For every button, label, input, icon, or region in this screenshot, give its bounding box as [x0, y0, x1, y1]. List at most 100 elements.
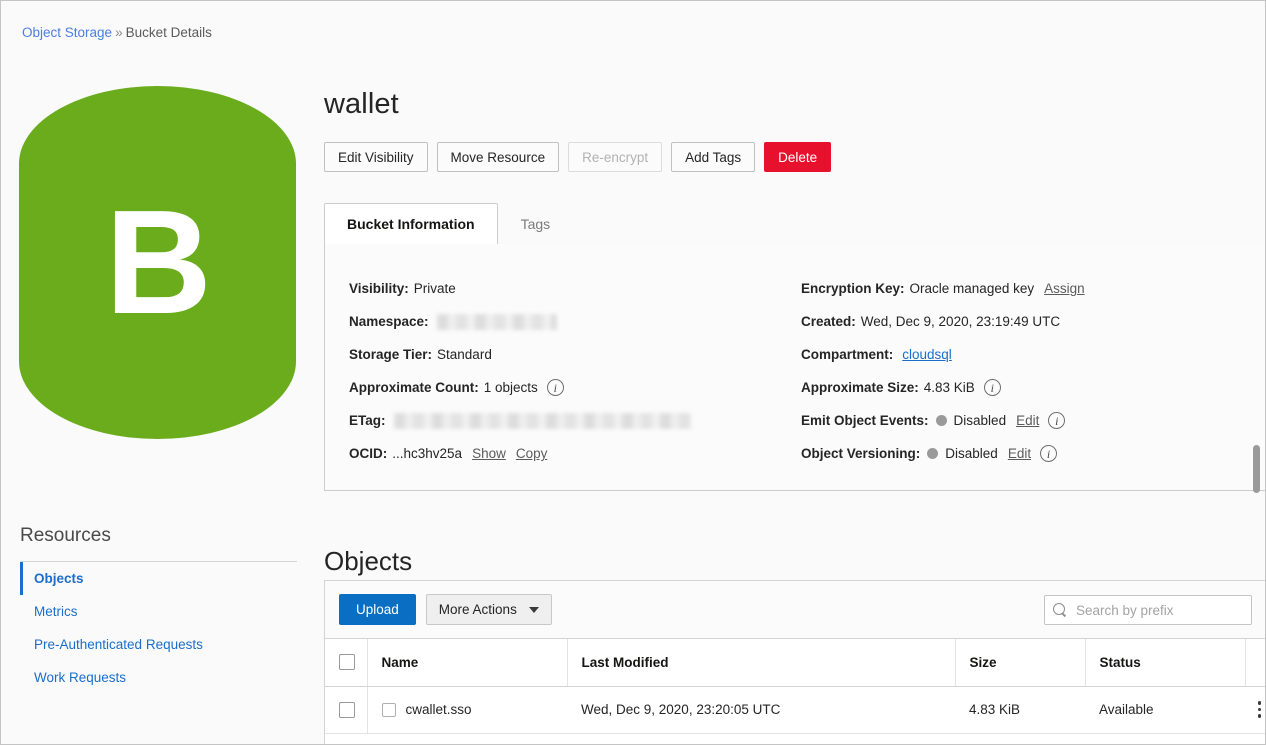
more-actions-label: More Actions [438, 602, 517, 617]
search-prefix-box[interactable] [1044, 595, 1252, 625]
namespace-label: Namespace: [349, 314, 429, 329]
column-header-last-modified: Last Modified [567, 639, 956, 687]
emit-object-events-label: Emit Object Events: [801, 413, 929, 428]
bucket-information-panel: Visibility: Private Namespace: Storage T… [324, 244, 1265, 491]
tab-bucket-information[interactable]: Bucket Information [324, 203, 498, 245]
compartment-link[interactable]: cloudsql [902, 347, 952, 362]
info-row-emit-object-events: Emit Object Events: Disabled Edit i [801, 404, 1241, 437]
objects-table: Name Last Modified Size Status cwallet.s… [325, 639, 1265, 734]
objects-table-card: Upload More Actions Name [324, 580, 1265, 744]
cell-status: Available [1085, 686, 1245, 734]
bucket-icon: B [19, 86, 296, 439]
tab-bar: Bucket Information Tags [324, 203, 1265, 245]
row-checkbox[interactable] [339, 701, 355, 718]
storage-tier-label: Storage Tier: [349, 347, 433, 362]
object-versioning-edit-link[interactable]: Edit [1008, 446, 1031, 461]
info-row-namespace: Namespace: [349, 305, 779, 338]
storage-tier-value: Standard [437, 347, 492, 362]
page-scrollbar-track[interactable] [1251, 2, 1263, 743]
table-row[interactable]: cwallet.sso Wed, Dec 9, 2020, 23:20:05 U… [325, 686, 1265, 734]
approximate-count-label: Approximate Count: [349, 380, 479, 395]
bucket-info-left-column: Visibility: Private Namespace: Storage T… [349, 272, 779, 470]
search-input[interactable] [1074, 601, 1243, 619]
breadcrumb-current: Bucket Details [125, 25, 212, 40]
cell-name: cwallet.sso [367, 686, 567, 734]
breadcrumb: Object Storage» Bucket Details [22, 25, 212, 40]
emit-object-events-edit-link[interactable]: Edit [1016, 413, 1039, 428]
re-encrypt-button: Re-encrypt [568, 142, 663, 172]
breadcrumb-link-object-storage[interactable]: Object Storage [22, 25, 112, 40]
info-row-approximate-count: Approximate Count: 1 objects i [349, 371, 779, 404]
info-row-approximate-size: Approximate Size: 4.83 KiB i [801, 371, 1241, 404]
file-icon [381, 703, 396, 718]
objects-section-title: Objects [324, 545, 413, 576]
column-header-status: Status [1085, 639, 1246, 687]
info-row-compartment: Compartment: cloudsql [801, 338, 1241, 371]
emit-object-events-value: Disabled [953, 413, 1007, 428]
status-dot-icon [935, 415, 947, 426]
visibility-label: Visibility: [349, 281, 409, 296]
info-tooltip-icon[interactable]: i [1040, 445, 1058, 462]
created-label: Created: [801, 314, 856, 329]
namespace-value-redacted [436, 313, 557, 330]
info-row-encryption-key: Encryption Key: Oracle managed key Assig… [801, 272, 1241, 305]
approximate-size-label: Approximate Size: [801, 380, 919, 395]
object-name: cwallet.sso [405, 701, 472, 717]
ocid-show-link[interactable]: Show [472, 446, 506, 461]
main-content: wallet Edit Visibility Move Resource Re-… [323, 1, 1265, 744]
etag-label: ETag: [349, 413, 386, 428]
info-row-object-versioning: Object Versioning: Disabled Edit i [801, 437, 1241, 470]
row-select-cell [325, 686, 368, 734]
object-versioning-value: Disabled [945, 446, 998, 461]
ocid-label: OCID: [349, 446, 388, 461]
resources-title: Resources [20, 525, 297, 562]
encryption-key-label: Encryption Key: [801, 281, 905, 296]
tab-tags[interactable]: Tags [498, 203, 574, 245]
column-header-name: Name [367, 639, 568, 687]
select-all-checkbox[interactable] [339, 654, 355, 671]
info-row-visibility: Visibility: Private [349, 272, 779, 305]
cell-last-modified: Wed, Dec 9, 2020, 23:20:05 UTC [567, 686, 955, 734]
sidebar-item-pre-authenticated-requests[interactable]: Pre-Authenticated Requests [20, 628, 297, 661]
table-header-row: Name Last Modified Size Status [325, 639, 1265, 687]
status-dot-icon [927, 448, 939, 459]
info-row-created: Created: Wed, Dec 9, 2020, 23:19:49 UTC [801, 305, 1241, 338]
bucket-icon-wrap: B [19, 86, 296, 439]
ocid-copy-link[interactable]: Copy [516, 446, 548, 461]
chevron-down-icon [528, 606, 539, 613]
add-tags-button[interactable]: Add Tags [671, 142, 756, 172]
info-row-etag: ETag: [349, 404, 779, 437]
action-button-row: Edit Visibility Move Resource Re-encrypt… [324, 142, 832, 172]
search-icon [1053, 603, 1067, 617]
more-actions-button[interactable]: More Actions [425, 594, 552, 625]
sidebar-item-metrics[interactable]: Metrics [20, 595, 297, 628]
breadcrumb-separator: » [115, 25, 123, 40]
sidebar-item-objects[interactable]: Objects [20, 562, 297, 595]
page-title: wallet [324, 88, 399, 121]
ocid-value: ...hc3hv25a [392, 446, 463, 461]
resources-sidebar: Resources Objects Metrics Pre-Authentica… [20, 525, 297, 694]
edit-visibility-button[interactable]: Edit Visibility [324, 142, 428, 172]
bucket-info-right-column: Encryption Key: Oracle managed key Assig… [801, 272, 1241, 470]
page-scrollbar-thumb[interactable] [1253, 445, 1260, 493]
encryption-key-value: Oracle managed key [909, 281, 1035, 296]
approximate-size-value: 4.83 KiB [923, 380, 975, 395]
sidebar-item-work-requests[interactable]: Work Requests [20, 661, 297, 694]
assign-encryption-key-link[interactable]: Assign [1044, 281, 1085, 296]
etag-value-redacted [393, 412, 692, 429]
compartment-label: Compartment: [801, 347, 894, 362]
upload-button[interactable]: Upload [339, 594, 416, 625]
info-tooltip-icon[interactable]: i [546, 379, 564, 396]
info-tooltip-icon[interactable]: i [1048, 412, 1066, 429]
info-tooltip-icon[interactable]: i [983, 379, 1001, 396]
move-resource-button[interactable]: Move Resource [436, 142, 560, 172]
objects-table-toolbar: Upload More Actions [325, 581, 1265, 639]
bucket-details-page: Object Storage» Bucket Details B Resource… [0, 0, 1266, 745]
object-versioning-label: Object Versioning: [801, 446, 921, 461]
info-row-storage-tier: Storage Tier: Standard [349, 338, 779, 371]
delete-button[interactable]: Delete [764, 142, 832, 172]
cell-size: 4.83 KiB [955, 686, 1085, 734]
bucket-icon-letter: B [105, 179, 212, 345]
approximate-count-value: 1 objects [483, 380, 538, 395]
visibility-value: Private [413, 281, 456, 296]
